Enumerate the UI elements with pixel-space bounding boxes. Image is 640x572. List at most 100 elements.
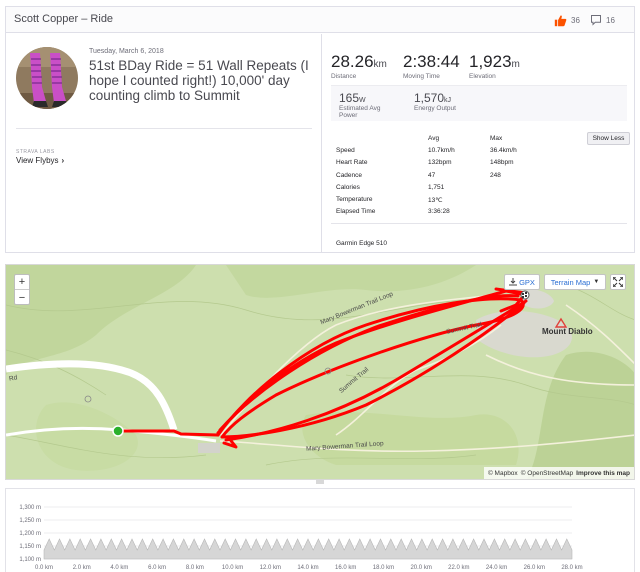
row-label: Heart Rate bbox=[336, 159, 368, 166]
elevation-unit: m bbox=[511, 59, 520, 70]
osm-attribution[interactable]: © OpenStreetMap bbox=[521, 470, 573, 477]
activity-title[interactable]: Scott Copper – Ride bbox=[14, 13, 113, 25]
map-type-label: Terrain Map bbox=[550, 277, 591, 287]
zoom-out-button[interactable]: − bbox=[15, 290, 29, 305]
row-avg: 10.7km/h bbox=[428, 147, 455, 154]
y-tick-label: 1,150 m bbox=[19, 544, 41, 550]
stat-energy: 1,570kJ Energy Output bbox=[414, 91, 474, 112]
kudos-count: 36 bbox=[571, 15, 580, 25]
gpx-label: GPX bbox=[519, 277, 535, 287]
download-icon bbox=[509, 278, 518, 286]
row-label: Speed bbox=[336, 147, 355, 154]
distance-unit: km bbox=[373, 59, 387, 70]
view-flybys-label: View Flybys bbox=[16, 156, 59, 165]
road-label: Rd bbox=[8, 374, 18, 383]
secondary-stats: 165W Estimated Avg Power 1,570kJ Energy … bbox=[331, 85, 627, 121]
energy-value: 1,570 bbox=[414, 91, 445, 105]
row-label: Cadence bbox=[336, 172, 363, 179]
activity-stats: 28.26km Distance 2:38:44 Moving Time 1,9… bbox=[323, 34, 634, 252]
mapbox-attribution[interactable]: © Mapbox bbox=[488, 470, 518, 477]
gpx-download-button[interactable]: GPX bbox=[504, 274, 540, 290]
y-tick-label: 1,250 m bbox=[19, 518, 41, 524]
zoom-in-button[interactable]: + bbox=[15, 275, 29, 290]
col-max-header: Max bbox=[490, 135, 503, 142]
row-label: Temperature bbox=[336, 196, 373, 203]
comment-icon bbox=[591, 15, 601, 26]
x-tick-label: 12.0 km bbox=[260, 565, 281, 571]
y-tick-label: 1,100 m bbox=[19, 557, 41, 563]
x-tick-label: 6.0 km bbox=[148, 565, 166, 571]
activity-card: Scott Copper – Ride 36 16 Tuesday, March… bbox=[5, 6, 635, 253]
row-max: 36.4km/h bbox=[490, 147, 517, 154]
divider bbox=[16, 128, 312, 129]
col-avg-header: Avg bbox=[428, 135, 440, 142]
view-flybys-link[interactable]: View Flybys › bbox=[16, 156, 64, 165]
x-tick-label: 14.0 km bbox=[297, 565, 318, 571]
elevation-label: Elevation bbox=[469, 73, 496, 80]
thumbs-up-icon bbox=[554, 14, 567, 26]
comment-count: 16 bbox=[606, 15, 615, 25]
x-tick-label: 24.0 km bbox=[486, 565, 507, 571]
moving-time-label: Moving Time bbox=[403, 73, 440, 80]
fullscreen-button[interactable] bbox=[610, 274, 626, 290]
activity-name: 51st BDay Ride = 51 Wall Repeats (I hope… bbox=[89, 58, 309, 103]
x-tick-label: 22.0 km bbox=[448, 565, 469, 571]
show-less-button[interactable]: Show Less bbox=[587, 132, 630, 145]
card-header: Scott Copper – Ride 36 16 bbox=[6, 7, 634, 33]
stat-moving-time: 2:38:44 Moving Time bbox=[403, 52, 460, 80]
improve-map-link[interactable]: Improve this map bbox=[576, 470, 630, 477]
resize-handle-icon[interactable] bbox=[316, 480, 324, 484]
row-max: 248 bbox=[490, 172, 501, 179]
map-attribution: © Mapbox © OpenStreetMap Improve this ma… bbox=[483, 467, 634, 479]
stat-power: 165W Estimated Avg Power bbox=[339, 91, 399, 119]
y-tick-label: 1,300 m bbox=[19, 505, 41, 511]
x-tick-label: 16.0 km bbox=[335, 565, 356, 571]
avatar[interactable] bbox=[16, 47, 78, 109]
row-avg: 1,751 bbox=[428, 184, 445, 191]
distance-value: 28.26 bbox=[331, 52, 374, 71]
elevation-chart: 1,300 m 1,250 m 1,200 m 1,150 m 1,100 m 0.0 … bbox=[19, 505, 582, 571]
x-tick-label: 4.0 km bbox=[110, 565, 128, 571]
zoom-control: + − bbox=[14, 274, 30, 305]
row-avg: 3:36:28 bbox=[428, 208, 450, 215]
row-label: Elapsed Time bbox=[336, 208, 376, 215]
elevation-value: 1,923 bbox=[469, 52, 512, 71]
x-tick-label: 20.0 km bbox=[410, 565, 431, 571]
fullscreen-icon bbox=[613, 277, 623, 287]
row-avg: 132bpm bbox=[428, 159, 452, 166]
chevron-right-icon: › bbox=[61, 156, 65, 165]
caret-down-icon: ▼ bbox=[593, 279, 600, 285]
energy-label: Energy Output bbox=[414, 105, 456, 112]
stat-elevation: 1,923m Elevation bbox=[469, 52, 520, 80]
power-label: Estimated Avg Power bbox=[339, 105, 381, 119]
power-unit: W bbox=[359, 97, 366, 104]
distance-label: Distance bbox=[331, 73, 357, 80]
activity-summary: Tuesday, March 6, 2018 51st BDay Ride = … bbox=[6, 34, 322, 252]
x-tick-label: 8.0 km bbox=[186, 565, 204, 571]
device-name: Garmin Edge 510 bbox=[336, 240, 387, 247]
x-tick-label: 18.0 km bbox=[373, 565, 394, 571]
elevation-profile[interactable]: 1,300 m 1,250 m 1,200 m 1,150 m 1,100 m 0.0 … bbox=[5, 488, 635, 572]
row-avg: 47 bbox=[428, 172, 436, 179]
strava-labs-label: STRAVA LABS bbox=[16, 149, 55, 155]
energy-unit: kJ bbox=[444, 97, 452, 104]
row-max: 148bpm bbox=[490, 159, 514, 166]
x-tick-label: 28.0 km bbox=[561, 565, 582, 571]
x-tick-label: 0.0 km bbox=[35, 565, 53, 571]
row-label: Calories bbox=[336, 184, 360, 191]
kudos-button[interactable]: 36 bbox=[554, 12, 580, 28]
x-tick-label: 2.0 km bbox=[73, 565, 91, 571]
power-value: 165 bbox=[339, 91, 360, 105]
x-tick-label: 10.0 km bbox=[222, 565, 243, 571]
activity-date: Tuesday, March 6, 2018 bbox=[89, 48, 164, 55]
moving-time-value: 2:38:44 bbox=[403, 52, 460, 71]
elevation-area bbox=[43, 538, 573, 560]
x-tick-label: 26.0 km bbox=[524, 565, 545, 571]
stat-distance: 28.26km Distance bbox=[331, 52, 387, 80]
row-avg: 13℃ bbox=[428, 197, 443, 204]
route-map[interactable]: Mary Bowerman Trail Loop Mary Bowerman T… bbox=[5, 264, 635, 480]
divider bbox=[331, 223, 627, 224]
y-tick-label: 1,200 m bbox=[19, 531, 41, 537]
comments-button[interactable]: 16 bbox=[590, 12, 615, 28]
map-type-dropdown[interactable]: Terrain Map ▼ bbox=[544, 274, 606, 290]
